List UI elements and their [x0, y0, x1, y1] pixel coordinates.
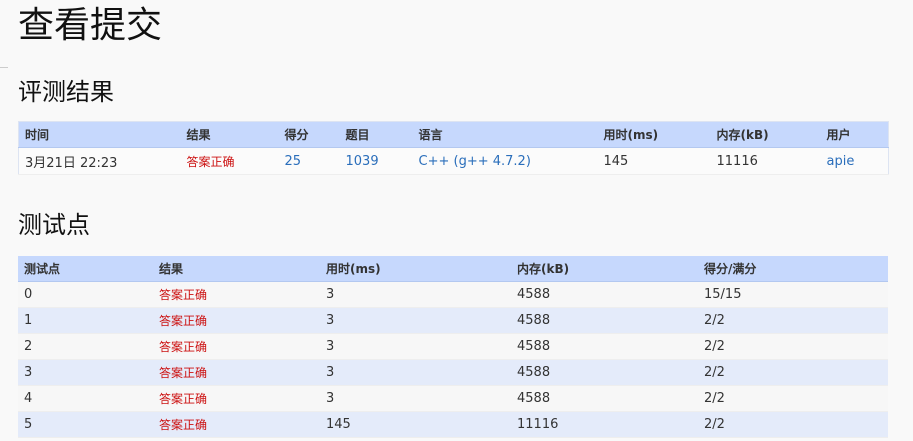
case-id: 3 [18, 359, 153, 386]
testcase-table: 测试点 结果 用时(ms) 内存(kB) 得分/满分 0 答案正确 3 4588… [18, 256, 888, 438]
table-row: 0 答案正确 3 4588 15/15 [18, 281, 888, 308]
column-header-case-result: 结果 [153, 256, 320, 282]
case-score: 2/2 [698, 385, 888, 412]
column-header-case-time: 用时(ms) [320, 256, 511, 282]
column-header-memory: 内存(kB) [710, 121, 821, 148]
table-row: 5 答案正确 145 11116 2/2 [18, 411, 888, 438]
case-result: 答案正确 [153, 307, 320, 334]
case-time: 3 [320, 359, 511, 386]
case-result: 答案正确 [153, 385, 320, 412]
language-link[interactable]: C++ (g++ 4.7.2) [412, 147, 598, 175]
case-id: 4 [18, 385, 153, 412]
column-header-user: 用户 [820, 121, 889, 148]
page-title: 查看提交 [18, 5, 163, 46]
case-score: 2/2 [698, 333, 888, 360]
case-result: 答案正确 [153, 281, 320, 308]
case-score: 2/2 [698, 307, 888, 334]
case-memory: 4588 [511, 307, 698, 334]
case-memory: 4588 [511, 385, 698, 412]
submission-score-link[interactable]: 25 [278, 147, 340, 175]
problem-link[interactable]: 1039 [339, 147, 413, 175]
case-time: 145 [320, 411, 511, 438]
testcase-section-title: 测试点 [18, 211, 90, 239]
result-section-title: 评测结果 [18, 78, 114, 106]
column-header-time-ms: 用时(ms) [597, 121, 711, 148]
case-id: 1 [18, 307, 153, 334]
column-header-score: 得分 [278, 121, 340, 148]
case-id: 5 [18, 411, 153, 438]
column-header-case: 测试点 [18, 256, 153, 282]
case-memory: 4588 [511, 281, 698, 308]
case-time: 3 [320, 385, 511, 412]
submission-time-ms: 145 [597, 147, 711, 175]
submission-result: 答案正确 [180, 147, 279, 175]
case-score: 2/2 [698, 411, 888, 438]
case-id: 0 [18, 281, 153, 308]
testcase-header-row: 测试点 结果 用时(ms) 内存(kB) 得分/满分 [18, 256, 888, 282]
table-row: 3 答案正确 3 4588 2/2 [18, 359, 888, 386]
column-header-case-memory: 内存(kB) [511, 256, 698, 282]
divider [0, 67, 8, 68]
submission-time: 3月21日 22:23 [18, 147, 181, 175]
column-header-language: 语言 [412, 121, 598, 148]
case-time: 3 [320, 307, 511, 334]
case-memory: 11116 [511, 411, 698, 438]
table-row: 4 答案正确 3 4588 2/2 [18, 385, 888, 412]
table-row: 2 答案正确 3 4588 2/2 [18, 333, 888, 360]
case-score: 15/15 [698, 281, 888, 308]
case-memory: 4588 [511, 359, 698, 386]
table-row: 1 答案正确 3 4588 2/2 [18, 307, 888, 334]
case-memory: 4588 [511, 333, 698, 360]
result-table: 时间 结果 得分 题目 语言 用时(ms) 内存(kB) 用户 3月21日 22… [18, 121, 889, 175]
case-score: 2/2 [698, 359, 888, 386]
case-id: 2 [18, 333, 153, 360]
case-result: 答案正确 [153, 333, 320, 360]
column-header-result: 结果 [180, 121, 279, 148]
column-header-problem: 题目 [339, 121, 413, 148]
column-header-time: 时间 [18, 121, 181, 148]
case-time: 3 [320, 281, 511, 308]
case-result: 答案正确 [153, 411, 320, 438]
submission-memory: 11116 [710, 147, 821, 175]
case-result: 答案正确 [153, 359, 320, 386]
case-time: 3 [320, 333, 511, 360]
table-row: 3月21日 22:23 答案正确 25 1039 C++ (g++ 4.7.2)… [18, 147, 889, 175]
column-header-case-score: 得分/满分 [698, 256, 888, 282]
result-header-row: 时间 结果 得分 题目 语言 用时(ms) 内存(kB) 用户 [18, 121, 889, 148]
user-link[interactable]: apie [820, 147, 889, 175]
